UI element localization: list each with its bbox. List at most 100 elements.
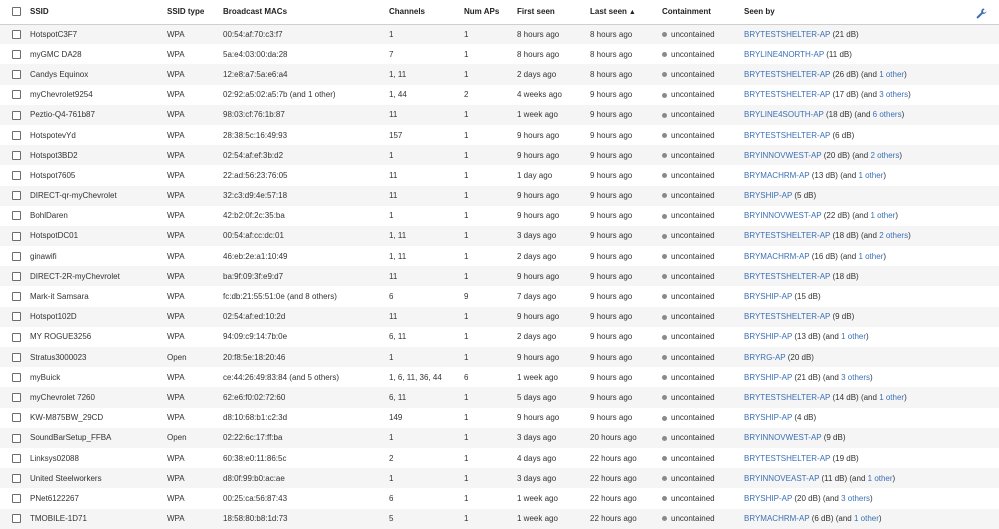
containment-cell: uncontained (662, 226, 744, 246)
col-first-seen[interactable]: First seen (517, 0, 590, 24)
row-checkbox[interactable] (12, 70, 21, 80)
containment-status: uncontained (671, 392, 715, 402)
seen-by-ap-link[interactable]: BRYTESTSHELTER-AP (744, 393, 830, 402)
row-checkbox[interactable] (12, 514, 21, 524)
seen-by-ap-link[interactable]: BRYTESTSHELTER-AP (744, 70, 830, 79)
col-ssid-type[interactable]: SSID type (167, 0, 223, 24)
channels-cell: 1 (389, 433, 394, 443)
row-checkbox[interactable] (12, 332, 21, 342)
row-checkbox[interactable] (12, 453, 21, 463)
row-checkbox[interactable] (12, 231, 21, 241)
row-checkbox[interactable] (12, 171, 21, 181)
others-link[interactable]: 1 other (879, 393, 904, 402)
ssid-cell: DIRECT-2R-myChevrolet (30, 271, 120, 281)
seen-by-ap-link[interactable]: BRYINNOVWEST-AP (744, 211, 822, 220)
status-dot-icon (662, 153, 667, 159)
others-link[interactable]: 6 others (873, 110, 902, 119)
seen-by-ap-link[interactable]: BRYINNOVWEST-AP (744, 433, 822, 442)
ssid-cell: myChevrolet 7260 (30, 392, 95, 402)
row-checkbox[interactable] (12, 49, 21, 59)
row-checkbox[interactable] (12, 372, 21, 382)
others-link[interactable]: 1 other (858, 252, 883, 261)
seen-by-ap-link[interactable]: BRYMACHRM-AP (744, 171, 810, 180)
seen-by-ap-link[interactable]: BRYTESTSHELTER-AP (744, 131, 830, 140)
close-paren: ) (895, 211, 899, 221)
row-checkbox[interactable] (12, 90, 21, 100)
others-link[interactable]: 1 other (858, 171, 883, 180)
seen-by-ap-link[interactable]: BRYSHIP-AP (744, 494, 792, 503)
row-checkbox[interactable] (12, 150, 21, 160)
others-link[interactable]: 1 other (854, 514, 879, 523)
seen-by-ap-link[interactable]: BRYLINE4NORTH-AP (744, 50, 824, 59)
others-link[interactable]: 1 other (879, 70, 904, 79)
col-containment[interactable]: Containment (662, 0, 744, 24)
select-all-checkbox[interactable] (12, 7, 21, 17)
others-link[interactable]: 3 others (841, 494, 870, 503)
wrench-icon[interactable] (976, 8, 987, 19)
seen-by-ap-link[interactable]: BRYTESTSHELTER-AP (744, 312, 830, 321)
and-prefix: (and (837, 251, 859, 261)
row-checkbox[interactable] (12, 393, 21, 403)
row-checkbox[interactable] (12, 191, 21, 201)
row-checkbox[interactable] (12, 251, 21, 261)
seen-by-ap-link[interactable]: BRYSHIP-AP (744, 413, 792, 422)
last-seen-cell: 9 hours ago (590, 312, 633, 322)
seen-by-ap-link[interactable]: BRYINNOVWEST-AP (744, 151, 822, 160)
row-checkbox[interactable] (12, 292, 21, 302)
broadcast-macs-cell: 02:92:a5:02:a5:7b (and 1 other) (223, 90, 336, 100)
row-checkbox[interactable] (12, 30, 21, 40)
row-checkbox[interactable] (12, 352, 21, 362)
row-checkbox[interactable] (12, 272, 21, 282)
seen-by-ap-link[interactable]: BRYTESTSHELTER-AP (744, 90, 830, 99)
ssid-cell: Hotspot102D (30, 312, 77, 322)
and-prefix: (and (847, 473, 868, 483)
seen-by-ap-link[interactable]: BRYTESTSHELTER-AP (744, 272, 830, 281)
seen-by-cell: BRYTESTSHELTER-AP (6 dB) (744, 125, 999, 145)
seen-by-ap-link[interactable]: BRYTESTSHELTER-AP (744, 231, 830, 240)
others-link[interactable]: 1 other (841, 332, 866, 341)
row-checkbox[interactable] (12, 413, 21, 423)
containment-status: uncontained (671, 271, 715, 281)
seen-by-cell: BRYMACHRM-AP (16 dB) (and 1 other) (744, 246, 999, 266)
seen-by-ap-link[interactable]: BRYMACHRM-AP (744, 252, 810, 261)
num-aps-cell: 1 (464, 332, 469, 342)
others-link[interactable]: 1 other (868, 474, 893, 483)
seen-by-ap-link[interactable]: BRYTESTSHELTER-AP (744, 454, 830, 463)
row-checkbox[interactable] (12, 312, 21, 322)
others-link[interactable]: 2 others (870, 151, 899, 160)
row-checkbox[interactable] (12, 130, 21, 140)
seen-by-cell: BRYTESTSHELTER-AP (9 dB) (744, 307, 999, 327)
seen-by-ap-link[interactable]: BRYSHIP-AP (744, 332, 792, 341)
col-ssid[interactable]: SSID (30, 0, 167, 24)
others-link[interactable]: 1 other (870, 211, 895, 220)
seen-by-ap-link[interactable]: BRYSHIP-AP (744, 373, 792, 382)
row-checkbox[interactable] (12, 110, 21, 120)
row-checkbox[interactable] (12, 211, 21, 221)
row-select-cell (0, 226, 30, 246)
seen-by-ap-link[interactable]: BRYMACHRM-AP (744, 514, 810, 523)
seen-by-ap-link[interactable]: BRYLINE4SOUTH-AP (744, 110, 824, 119)
seen-by-cell: BRYSHIP-AP (20 dB) (and 3 others) (744, 488, 999, 508)
others-link[interactable]: 3 others (879, 90, 908, 99)
seen-by-ap-link[interactable]: BRYSHIP-AP (744, 191, 792, 200)
col-seen-by[interactable]: Seen by (744, 0, 999, 24)
table-row: SoundBarSetup_FFBA Open 02:22:6c:17:ff:ba 1… (0, 427, 999, 448)
ssid-cell: PNet6122267 (30, 493, 79, 503)
row-checkbox[interactable] (12, 494, 21, 504)
row-checkbox[interactable] (12, 433, 21, 443)
others-link[interactable]: 3 others (841, 373, 870, 382)
status-dot-icon (662, 455, 667, 461)
seen-by-ap-link[interactable]: BRYINNOVEAST-AP (744, 474, 819, 483)
others-link[interactable]: 2 others (879, 231, 908, 240)
table-row: DIRECT-qr-myChevrolet WPA 32:c3:d9:4e:57:1… (0, 185, 999, 206)
row-checkbox[interactable] (12, 473, 21, 483)
seen-by-ap-link[interactable]: BRYSHIP-AP (744, 292, 792, 301)
containment-status: uncontained (671, 514, 715, 524)
seen-by-ap-link[interactable]: BRYRG-AP (744, 353, 786, 362)
seen-by-ap-link[interactable]: BRYTESTSHELTER-AP (744, 30, 830, 39)
ssid-cell: Candys Equinox (30, 69, 89, 79)
col-last-seen[interactable]: Last seen ▲ (590, 0, 662, 24)
col-channels[interactable]: Channels (389, 0, 464, 24)
col-num-aps[interactable]: Num APs (464, 0, 517, 24)
col-broadcast-macs[interactable]: Broadcast MACs (223, 0, 389, 24)
